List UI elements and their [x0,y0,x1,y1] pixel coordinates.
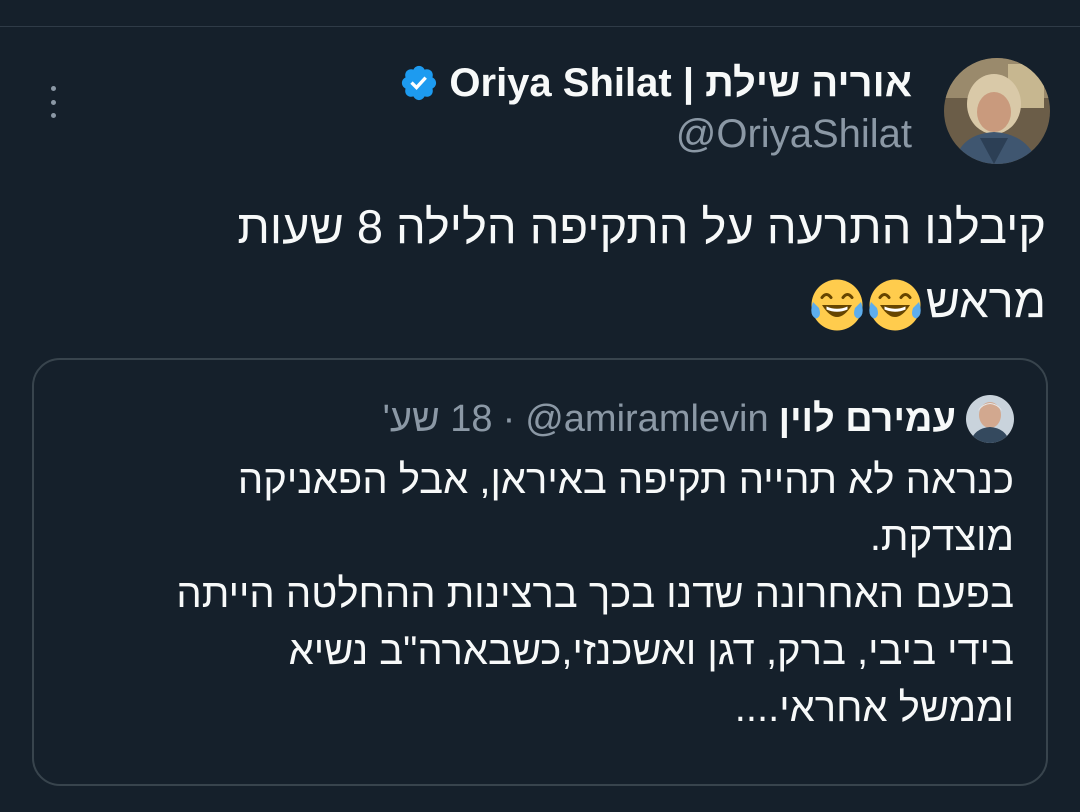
tweet-line: קיבלנו התרעה על התקיפה הלילה 8 שעות [237,200,1046,253]
quoted-tweet-line: וממשל אחראי.... [734,686,1014,730]
quoted-tweet-card[interactable]: עמירם לוין @amiramlevin · 18 שע' כנראה ל… [32,358,1048,786]
avatar-photo-icon [966,395,1014,443]
quoted-tweet-line: כנראה לא תהייה תקיפה באיראן, אבל הפאניקה [237,458,1014,502]
top-divider [0,26,1080,27]
quoted-tweet-text: כנראה לא תהייה תקיפה באיראן, אבל הפאניקה… [54,452,1014,737]
tweet-text: קיבלנו התרעה על התקיפה הלילה 8 שעות מראש [46,190,1046,338]
separator-dot: · [502,397,516,440]
author-line: אוריה שילת | Oriya Shilat [399,58,912,108]
face-with-tears-of-joy-icon [869,279,921,331]
quoted-tweet-timestamp[interactable]: 18 שע' [383,398,493,441]
quoted-author-name[interactable]: עמירם לוין [779,398,956,441]
quoted-author-handle[interactable]: @amiramlevin [525,398,768,441]
quoted-author-avatar[interactable] [966,395,1014,443]
more-options-button[interactable] [38,84,68,120]
more-vertical-icon [50,86,56,91]
verified-badge-icon [402,65,437,101]
author-handle[interactable]: @OriyaShilat [676,112,912,157]
author-avatar[interactable] [944,58,1050,164]
avatar-photo-icon [944,58,1050,164]
face-with-tears-of-joy-icon [811,279,863,331]
author-display-name[interactable]: אוריה שילת | Oriya Shilat [449,61,912,106]
quoted-tweet-header: עמירם לוין @amiramlevin · 18 שע' [383,394,1014,444]
tweet-line-with-emojis: מראש [46,264,1046,338]
emoji-group [810,278,922,332]
tweet-screen: אוריה שילת | Oriya Shilat @OriyaShilat ק… [0,0,1080,812]
quoted-tweet-line: מוצדקת. [869,515,1014,559]
tweet-line: מראש [925,274,1046,327]
quoted-tweet-line: בפעם האחרונה שדנו בכך ברצינות ההחלטה היי… [176,572,1014,616]
quoted-tweet-line: בידי ביבי, ברק, דגן ואשכנזי,כשבארה"ב נשי… [288,629,1014,673]
